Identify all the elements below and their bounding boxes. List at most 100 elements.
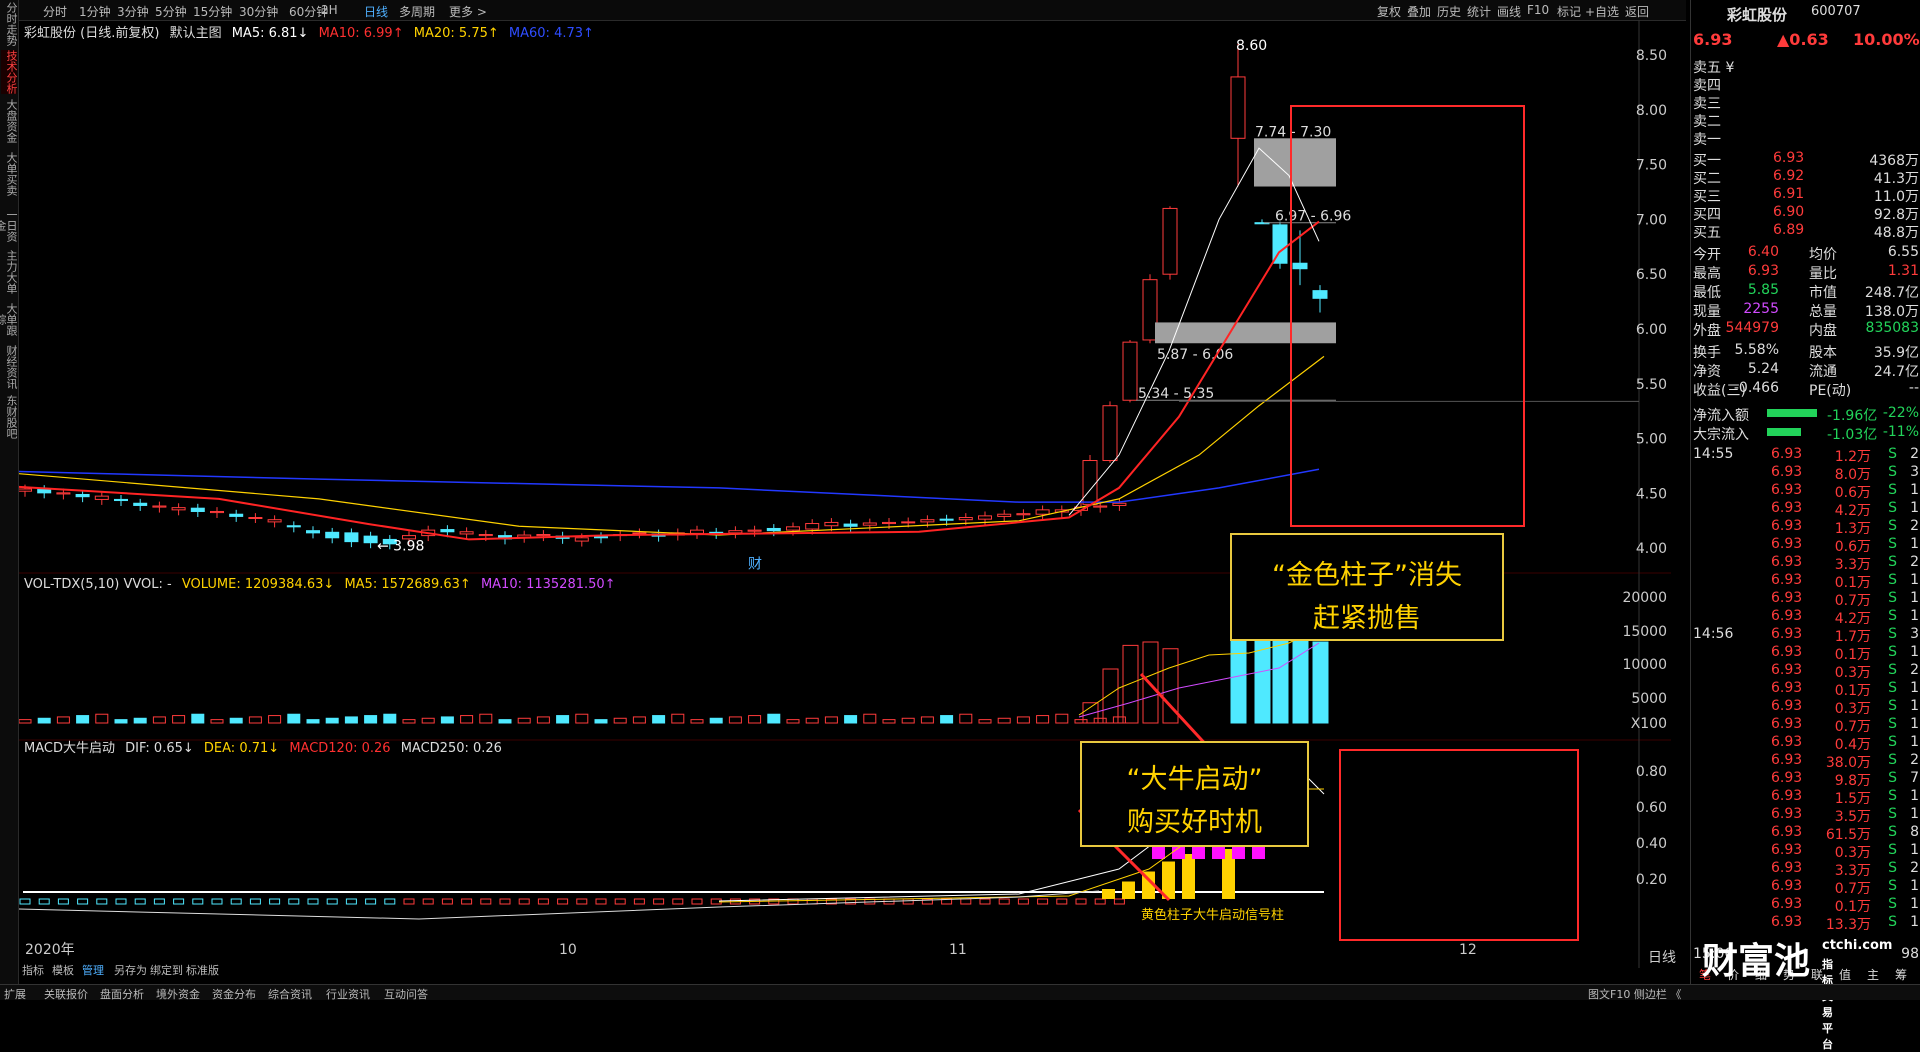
toolbar-right-1[interactable]: 复权 [1377,3,1401,20]
toolbar-right-5[interactable]: 画线 [1497,3,1521,20]
tick-count: 1 [1910,914,1919,930]
indicator-tool-4[interactable]: 另存为 [114,962,147,978]
left-nav-item-4[interactable]: 大单买卖 [1,148,18,200]
tick-price: 6.93 [1771,770,1803,786]
bottom-bar-item-6[interactable]: 综合资讯 [268,986,312,1002]
bottom-right-links[interactable]: 图文F10 侧边栏 《 [1588,986,1681,1002]
ma20-label: MA20: 5.75↑ [413,26,499,41]
tick-price: 6.93 [1771,590,1803,606]
indicator-tool-5[interactable]: 绑定到 [150,962,183,978]
tick-count: 1 [1910,590,1919,606]
macd-bar-5 [96,898,108,905]
period-5[interactable]: 15分钟 [193,3,232,20]
macd-120: MACD120: 0.26 [289,741,391,756]
toolbar-right-9[interactable]: 返回 [1625,3,1649,20]
bottom-bar-item-2[interactable]: 关联报价 [44,986,88,1002]
candle-40-body [766,527,781,532]
vol-bar-23 [440,716,454,724]
stat2-label-2: PE(动) [1809,383,1852,399]
vol-bar-52 [997,717,1011,724]
tick-volume: 0.3万 [1834,665,1871,681]
right-tab-6[interactable]: 值 [1839,966,1851,983]
bottom-bar-item-3[interactable]: 盘面分析 [100,986,144,1002]
bottom-bar-item-4[interactable]: 境外资金 [156,986,200,1002]
stat-value: 2255 [1743,301,1779,317]
period-4[interactable]: 5分钟 [155,3,187,20]
vol-bar-44 [844,715,858,724]
left-nav-item-2[interactable]: 技术分析 [1,50,18,94]
bottom-bar-item-7[interactable]: 行业资讯 [326,986,370,1002]
tick-row-16: 6.93 0.7万 S 1 [1693,716,1919,735]
left-nav-item-5[interactable]: 一日资金 [0,204,18,246]
vol-title: VOL-TDX(5,10) VVOL: - [24,577,172,592]
period-11[interactable]: 更多 > [449,3,487,20]
period-8[interactable]: 2H [321,3,338,17]
vol-bar-25 [479,713,493,724]
bottom-bar-item-1[interactable]: 扩展 [4,986,26,1002]
period-2[interactable]: 1分钟 [79,3,111,20]
vol-bar-8 [152,716,166,724]
toolbar-right-3[interactable]: 历史 [1437,3,1461,20]
buy-level-label: 买三 [1693,189,1721,205]
sell-level-label: 卖二 [1693,114,1721,130]
indicator-tool-1[interactable]: 指标 [22,962,44,978]
left-nav-item-3[interactable]: 大盘资金 [1,98,18,144]
period-label[interactable]: 日线 [1648,947,1676,967]
period-toolbar: 分时 1分钟 3分钟 5分钟 15分钟 30分钟 60分钟 2H 日线 多周期 更多 > 复权 叠加 历史… [19,0,1686,21]
macd-gold-bar-2 [1122,881,1135,899]
stat-value-2: 835083 [1865,320,1919,336]
ma10-label: MA10: 6.99↑ [318,26,404,41]
bottom-bar-item-5[interactable]: 资金分布 [212,986,256,1002]
toolbar-right-2[interactable]: 叠加 [1407,3,1431,20]
stock-name: 彩虹股份 [1727,6,1788,24]
left-nav-item-6[interactable]: 主力大单 [1,250,18,294]
tick-count: 2 [1910,662,1919,678]
left-nav-item-9[interactable]: 东财股吧 [1,394,18,440]
buy-level-volume: 41.3万 [1873,171,1919,187]
left-nav-item-1[interactable]: 分时走势 [1,2,18,46]
vol-bar-45 [863,713,877,724]
vol-bar-50 [959,713,973,724]
period-9[interactable]: 日线 [364,3,388,20]
right-tab-7[interactable]: 主 [1867,966,1879,983]
period-1[interactable]: 分时 [43,3,67,20]
bull-annotation-line1: “大牛启动” [1126,764,1263,795]
period-6[interactable]: 30分钟 [239,3,278,20]
right-tab-8[interactable]: 筹 [1895,966,1907,983]
buy-level-price: 6.89 [1773,222,1805,238]
volume-legend: VOL-TDX(5,10) VVOL: - VOLUME: 1209384.63… [24,577,622,592]
vol-bar-19 [364,715,378,724]
macd-bar-8 [153,898,165,905]
period-10[interactable]: 多周期 [399,3,435,20]
indicator-tool-6[interactable]: 标准版 [186,962,219,978]
candle-2-body [37,489,52,494]
x-axis-label: 11 [949,942,967,958]
toolbar-right-6[interactable]: F10 [1527,3,1549,17]
macd-bar-20 [384,898,396,905]
stat-label: 最高 [1693,266,1721,282]
candle-15-body [286,525,301,528]
bottom-bar-item-8[interactable]: 互动问答 [384,986,428,1002]
tick-price: 6.93 [1771,752,1803,768]
toolbar-right-8[interactable]: +自选 [1585,3,1619,20]
rally-candle-4-body [1142,279,1158,341]
tick-side: S [1888,896,1897,912]
stock-title: 彩虹股份 (日线.前复权) [24,26,160,41]
buy-level-price: 6.93 [1773,150,1805,166]
toolbar-right-4[interactable]: 统计 [1467,3,1491,20]
left-nav-item-7[interactable]: 大单跟踪 [0,298,18,340]
sell-level-2: 卖四 [1693,75,1919,94]
flow-pct: -22% [1882,405,1919,421]
tick-price: 6.93 [1771,824,1803,840]
rally-highlight-box [1290,105,1525,527]
macd-bar-10 [192,898,204,905]
toolbar-right-7[interactable]: 标记 [1557,3,1581,20]
ma60-label: MA60: 4.73↑ [508,26,594,41]
indicator-tool-3[interactable]: 管理 [82,962,104,978]
vol-bar-1 [19,719,32,724]
left-nav-item-8[interactable]: 财经资讯 [1,344,18,390]
macd-bar-33 [633,898,645,905]
period-3[interactable]: 3分钟 [117,3,149,20]
indicator-tool-2[interactable]: 模板 [52,962,74,978]
tick-volume: 0.1万 [1834,899,1871,915]
